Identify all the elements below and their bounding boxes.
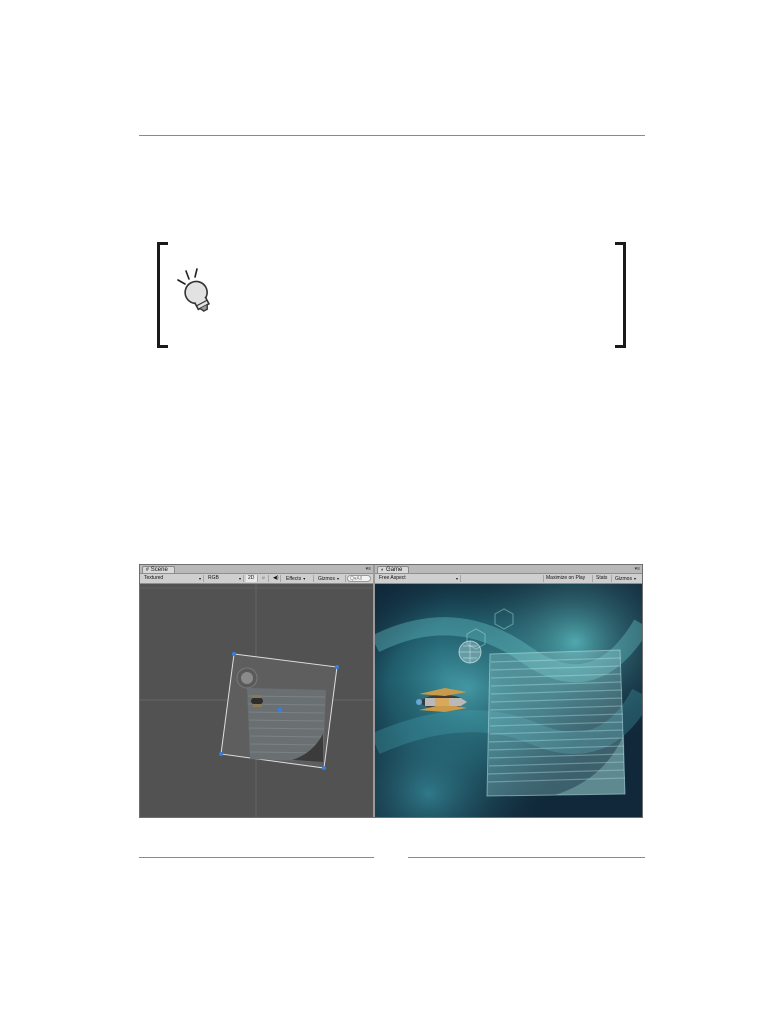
- chevron-down-icon: ▾: [633, 576, 636, 581]
- footer-rule-right: [408, 857, 645, 858]
- game-tabbar: ◐ Game ▾≡: [375, 565, 642, 574]
- game-panel: ◐ Game ▾≡ Free Aspect ▾ Maximize on Play S…: [375, 565, 642, 817]
- tip-bracket-left: [157, 242, 168, 348]
- maximize-on-play-label: Maximize on Play: [546, 575, 586, 581]
- aspect-dropdown[interactable]: Free Aspect ▾: [377, 575, 461, 582]
- effects-label: Effects: [286, 576, 302, 582]
- header-rule: [139, 135, 645, 136]
- scene-icon: #: [146, 567, 149, 573]
- scene-panel: # Scene ▾≡ Textured ▾ RGB ▾ 2D ☼ ◀) Effects…: [140, 565, 373, 817]
- scene-toolbar: Textured ▾ RGB ▾ 2D ☼ ◀) Effects ▾ Gizmos ▾ …: [140, 574, 373, 584]
- tab-scene[interactable]: # Scene: [142, 566, 175, 573]
- game-gizmos-label: Gizmos: [615, 576, 632, 582]
- lighting-toggle[interactable]: ☼: [259, 575, 269, 582]
- shading-mode-dropdown[interactable]: Textured ▾: [142, 575, 204, 582]
- speaker-icon: ◀): [273, 575, 279, 581]
- stats-toggle[interactable]: Stats: [594, 575, 612, 582]
- sun-icon: ☼: [261, 575, 266, 581]
- stats-label: Stats: [596, 575, 608, 581]
- game-tab-label: Game: [386, 567, 403, 573]
- chevron-down-icon: ▾: [455, 576, 458, 581]
- scene-search-placeholder: Q▾All: [350, 576, 362, 582]
- scene-view-canvas: [140, 584, 373, 817]
- scene-tab-label: Scene: [150, 567, 168, 573]
- lightbulb-icon: [177, 268, 211, 312]
- chevron-down-icon: ▾: [198, 576, 201, 581]
- shading-mode-label: Textured: [144, 575, 164, 581]
- game-gizmos-dropdown[interactable]: Gizmos ▾: [613, 575, 641, 582]
- aspect-label: Free Aspect: [379, 575, 406, 581]
- scene-search-input[interactable]: Q▾All: [347, 575, 371, 582]
- maximize-on-play-toggle[interactable]: Maximize on Play: [543, 575, 593, 582]
- render-mode-dropdown[interactable]: RGB ▾: [206, 575, 244, 582]
- effects-dropdown[interactable]: Effects ▾: [284, 575, 314, 582]
- game-viewport: [375, 584, 642, 817]
- game-icon: ◐: [381, 567, 385, 573]
- game-view-canvas: [375, 584, 642, 817]
- footer-rule-left: [139, 857, 374, 858]
- chevron-down-icon: ▾: [303, 576, 306, 581]
- chevron-down-icon: ▾: [336, 576, 339, 581]
- scene-tabbar: # Scene ▾≡: [140, 565, 373, 574]
- panel-menu-icon[interactable]: ▾≡: [366, 565, 371, 573]
- panel-menu-icon[interactable]: ▾≡: [635, 565, 640, 573]
- render-mode-label: RGB: [208, 575, 219, 581]
- audio-toggle[interactable]: ◀): [271, 575, 281, 582]
- editor-screenshot: # Scene ▾≡ Textured ▾ RGB ▾ 2D ☼ ◀) Effects…: [139, 564, 643, 818]
- chevron-down-icon: ▾: [238, 576, 241, 581]
- scene-gizmos-label: Gizmos: [318, 576, 335, 582]
- tip-bracket-right: [615, 242, 626, 348]
- toggle-2d-label: 2D: [248, 575, 255, 581]
- sprite-object[interactable]: [219, 652, 339, 770]
- toggle-2d-button[interactable]: 2D: [246, 575, 258, 582]
- tab-game[interactable]: ◐ Game: [377, 566, 410, 573]
- scene-viewport[interactable]: [140, 584, 373, 817]
- game-toolbar: Free Aspect ▾ Maximize on Play Stats Gizm…: [375, 574, 642, 584]
- scene-gizmos-dropdown[interactable]: Gizmos ▾: [316, 575, 346, 582]
- game-sprite-panel: [486, 649, 626, 797]
